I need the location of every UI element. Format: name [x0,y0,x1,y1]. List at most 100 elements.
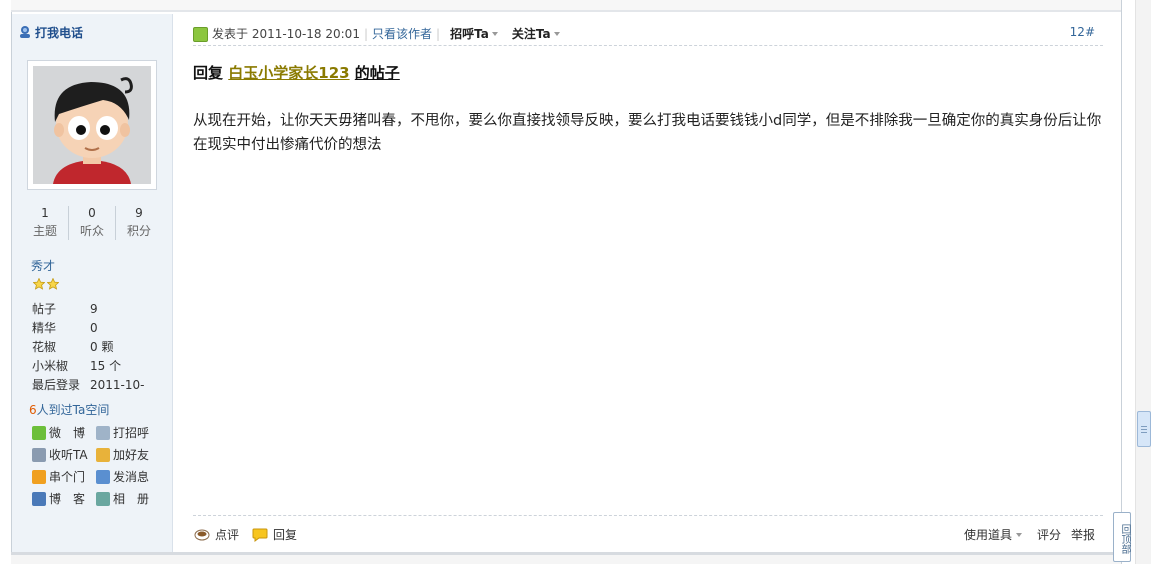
action-label: 博 客 [49,492,86,506]
next-post-edge [11,552,1121,564]
speech-bubble-icon [252,528,268,542]
reply-title: 回复 白玉小学家长123 的帖子 [193,62,400,83]
home-icon [32,470,46,484]
chevron-down-icon [491,32,498,36]
info-value: 15 个 [90,359,122,373]
rank-stars [32,277,61,293]
action-label: 收听TA [49,448,88,462]
follow-button[interactable]: 收听TA [32,446,88,464]
info-key: 帖子 [32,302,57,316]
chevron-down-icon [1016,533,1023,537]
report-label: 举报 [1071,528,1096,542]
vertical-scrollbar[interactable] [1135,0,1151,564]
info-value: 2011-10- [90,378,145,392]
info-key: 精华 [32,321,57,335]
rate-label: 评分 [1037,528,1062,542]
visit-home-button[interactable]: 串个门 [32,468,85,486]
visitor-text: 人到过Ta空间 [36,403,110,417]
weibo-icon [32,426,46,440]
info-value: 0 [90,321,98,335]
reply-suffix: 的帖子 [354,64,400,82]
weibo-button[interactable]: 微 博 [32,424,85,442]
call-me-label: 打我电话 [35,26,84,40]
stat-value: 1 [41,206,49,220]
chevron-down-icon [553,32,560,36]
stat-label: 积分 [126,224,151,238]
blog-button[interactable]: 博 客 [32,490,85,508]
action-label: 微 博 [49,426,86,440]
author-only-link[interactable]: 只看该作者 [372,27,432,41]
report-link[interactable]: 举报 [1071,526,1095,543]
info-row: 帖子 9 [32,300,144,319]
comment-label: 点评 [215,528,240,542]
info-key: 最后登录 [32,378,81,392]
greet-button[interactable]: 打招呼 [96,424,149,442]
action-label: 相 册 [113,492,150,506]
post-header: 发表于 2011-10-18 20:01 | 只看该作者 | 招呼Ta 关注Ta 12# [193,24,1103,46]
blog-icon [32,492,46,506]
album-button[interactable]: 相 册 [96,490,149,508]
avatar-image [33,66,151,184]
coffee-cup-icon [194,528,210,542]
info-row: 最后登录 2011-10- [32,376,144,395]
previous-post-edge [11,0,1121,12]
frame-border [1121,0,1122,564]
send-message-button[interactable]: 发消息 [96,468,149,486]
info-value: 9 [90,302,98,316]
info-row: 精华 0 [32,319,144,338]
info-key: 小米椒 [32,359,69,373]
info-row: 小米椒 15 个 [32,357,144,376]
info-row: 花椒 0 颗 [32,338,144,357]
rate-link[interactable]: 评分 [1037,526,1061,543]
avatar[interactable] [27,60,157,190]
action-label: 打招呼 [113,426,150,440]
stat-listeners[interactable]: 0 听众 [69,204,115,240]
reply-prefix: 回复 [193,64,224,82]
post-footer: 点评 回复 使用道具 评分 举报 [193,515,1103,551]
comment-button[interactable]: 点评 [194,526,239,543]
scrollbar-thumb[interactable] [1137,411,1151,447]
stat-value: 9 [135,206,143,220]
follow-dropdown[interactable]: 关注Ta [512,27,560,41]
divider: | [363,27,368,41]
quoted-user-link[interactable]: 白玉小学家长123 [228,64,349,82]
page: 打我电话 1 主题 0 听众 9 积分 秀才 帖子 9 精华 0 花椒 0 颗 … [0,0,1151,564]
add-friend-button[interactable]: 加好友 [96,446,149,464]
greet-dropdown[interactable]: 招呼Ta [450,27,498,41]
follow-dropdown-label: 关注Ta [511,27,551,41]
stat-points[interactable]: 9 积分 [116,204,162,240]
action-label: 发消息 [113,470,150,484]
space-visitors-link[interactable]: 6人到过Ta空间 [29,401,109,418]
divider: | [436,27,441,41]
floor-number-link[interactable]: 12# [1070,25,1095,39]
star-icon [32,277,46,290]
follow-icon [32,448,46,462]
stat-value: 0 [88,206,96,220]
stat-label: 听众 [79,224,104,238]
album-icon [96,492,110,506]
stat-label: 主题 [32,224,57,238]
back-to-top-button[interactable]: 回顶部 [1113,512,1131,562]
action-label: 加好友 [113,448,150,462]
use-tool-dropdown[interactable]: 使用道具 [964,526,1023,543]
info-key: 花椒 [32,340,57,354]
stat-topics[interactable]: 1 主题 [22,204,68,240]
visitor-count: 6 [29,403,37,417]
online-status-icon [193,27,208,42]
add-friend-icon [96,448,110,462]
reply-label: 回复 [273,528,298,542]
greet-icon [96,426,110,440]
user-stats: 1 主题 0 听众 9 积分 [20,204,166,242]
info-value: 0 颗 [90,340,114,354]
post-body: 从现在开始，让你天天毋猪叫春，不甩你，要么你直接找领导反映，要么打我电话要钱钱小… [193,113,1102,153]
phone-icon [18,25,32,40]
post-meta: 发表于 2011-10-18 20:01 | 只看该作者 | 招呼Ta 关注Ta [212,25,560,42]
reply-button[interactable]: 回复 [252,526,297,543]
call-me-link[interactable]: 打我电话 [18,24,83,41]
user-sidebar: 打我电话 1 主题 0 听众 9 积分 秀才 帖子 9 精华 0 花椒 0 颗 … [12,14,173,552]
star-icon [46,277,60,290]
action-label: 串个门 [49,470,86,484]
use-tool-label: 使用道具 [964,528,1013,542]
user-rank[interactable]: 秀才 [31,257,55,274]
post-time: 发表于 2011-10-18 20:01 [212,27,360,41]
